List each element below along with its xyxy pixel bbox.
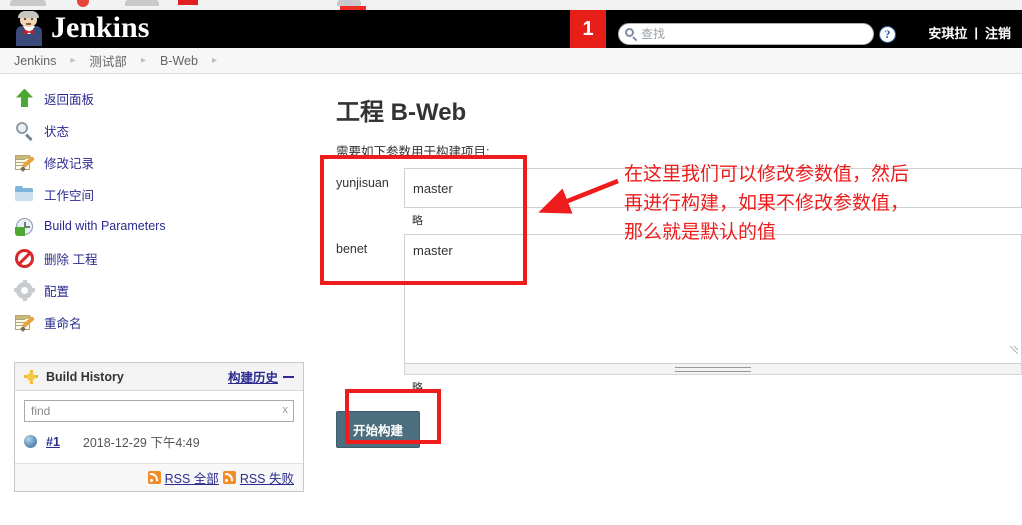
scrollbar-thumb[interactable]	[675, 367, 751, 372]
parameter-label: yunjisuan	[336, 176, 389, 190]
notepad-pencil-icon	[14, 152, 35, 173]
gear-icon	[14, 279, 35, 301]
clear-icon[interactable]: x	[283, 404, 289, 416]
search-input[interactable]	[638, 27, 863, 41]
sidebar-item-label: 工作空间	[44, 188, 95, 203]
parameter-input-yunjisuan[interactable]	[404, 168, 1022, 208]
main-content: 工程 B-Web 需要如下参数用于构建项目: yunjisuan 略 benet…	[336, 92, 1022, 448]
weather-sun-icon	[24, 369, 38, 384]
breadcrumb-item-jenkins[interactable]: Jenkins	[14, 54, 56, 68]
logout-link[interactable]: 注销	[985, 23, 1011, 42]
sidebar-item-changes[interactable]: 修改记录	[0, 146, 312, 178]
notification-badge[interactable]: 1	[570, 10, 606, 48]
brand-title: Jenkins	[51, 11, 150, 44]
breadcrumb-separator-icon: ▸	[211, 55, 217, 66]
browser-indicator-bar	[178, 0, 198, 5]
build-find-input[interactable]	[24, 400, 294, 422]
breadcrumb-separator-icon: ▸	[140, 55, 146, 66]
user-name-link[interactable]: 安琪拉	[928, 23, 967, 42]
sidebar-item-build-with-parameters[interactable]: Build with Parameters	[0, 210, 312, 242]
search-icon	[624, 27, 638, 42]
app-header: Jenkins 1 ? 安琪拉 | 注销	[0, 10, 1022, 48]
parameter-row-yunjisuan: yunjisuan 略	[336, 168, 1022, 234]
page-title: 工程 B-Web	[336, 99, 467, 126]
build-history-header: Build History 构建历史	[15, 363, 303, 391]
sidebar: 返回面板 状态 修改记录 工作空间 Build with Parameters …	[0, 82, 312, 338]
parameter-label: benet	[336, 242, 368, 256]
start-build-button[interactable]: 开始构建	[336, 411, 421, 448]
up-arrow-icon	[14, 88, 35, 109]
no-entry-icon	[14, 248, 35, 269]
build-history-footer: RSS 全部 RSS 失败	[15, 463, 303, 491]
form-description: 需要如下参数用于构建项目:	[336, 145, 490, 159]
sidebar-item-rename[interactable]: 重命名	[0, 306, 312, 338]
jenkins-butler-icon	[14, 10, 44, 46]
browser-chrome-sliver	[0, 0, 1022, 10]
parameter-description: 略	[412, 382, 423, 394]
parameter-textarea-benet[interactable]	[404, 234, 1022, 364]
sidebar-item-back-to-dashboard[interactable]: 返回面板	[0, 82, 312, 114]
sidebar-item-workspace[interactable]: 工作空间	[0, 178, 312, 210]
rss-all-link[interactable]: RSS 全部	[165, 468, 219, 487]
sidebar-item-label: 重命名	[44, 316, 82, 331]
browser-tab-stub	[125, 0, 159, 6]
browser-indicator-dot	[77, 0, 89, 7]
build-history-row[interactable]: #1 2018-12-29 下午4:49	[24, 432, 294, 457]
parameter-row-benet: benet 略	[336, 234, 1022, 401]
build-history-panel: Build History 构建历史 x #1 2018-12-29 下午4:4…	[14, 362, 304, 492]
browser-tab-stub	[10, 0, 46, 6]
breadcrumb-separator-icon: ▸	[70, 55, 76, 66]
breadcrumb: Jenkins ▸ 测试部 ▸ B-Web ▸	[0, 48, 1022, 74]
rss-icon	[222, 471, 236, 484]
breadcrumb-item-folder[interactable]: 测试部	[89, 51, 127, 70]
build-status-ball-icon	[24, 435, 37, 448]
folder-icon	[14, 184, 35, 205]
sidebar-item-label: 配置	[44, 284, 70, 299]
collapse-icon[interactable]	[283, 375, 294, 378]
parameter-description: 略	[412, 215, 423, 227]
jenkins-logo-link[interactable]: Jenkins	[14, 8, 149, 48]
sidebar-item-status[interactable]: 状态	[0, 114, 312, 146]
sidebar-item-label: 状态	[44, 124, 70, 139]
build-history-body: x #1 2018-12-29 下午4:49	[15, 391, 303, 463]
breadcrumb-item-project[interactable]: B-Web	[160, 54, 198, 68]
build-history-title: Build History	[46, 369, 124, 384]
build-timestamp: 2018-12-29 下午4:49	[82, 436, 200, 450]
horizontal-scrollbar[interactable]	[404, 364, 1022, 375]
sidebar-item-label: 返回面板	[44, 92, 95, 107]
sidebar-item-label: Build with Parameters	[44, 219, 166, 233]
build-history-link[interactable]: 构建历史	[228, 367, 278, 386]
build-number-link[interactable]: #1	[46, 435, 60, 449]
user-separator: |	[974, 25, 978, 40]
sidebar-item-label: 删除 工程	[44, 252, 98, 267]
help-icon[interactable]: ?	[879, 26, 896, 43]
sidebar-item-delete-project[interactable]: 删除 工程	[0, 242, 312, 274]
rss-icon	[147, 471, 161, 484]
search-box[interactable]	[618, 23, 874, 45]
rss-failed-link[interactable]: RSS 失败	[240, 468, 294, 487]
magnifier-icon	[14, 120, 35, 141]
build-params-icon	[14, 216, 35, 237]
sidebar-item-configure[interactable]: 配置	[0, 274, 312, 306]
notepad-pencil-icon	[14, 312, 35, 333]
user-area: 安琪拉 | 注销	[928, 23, 1011, 42]
sidebar-item-label: 修改记录	[44, 156, 95, 171]
